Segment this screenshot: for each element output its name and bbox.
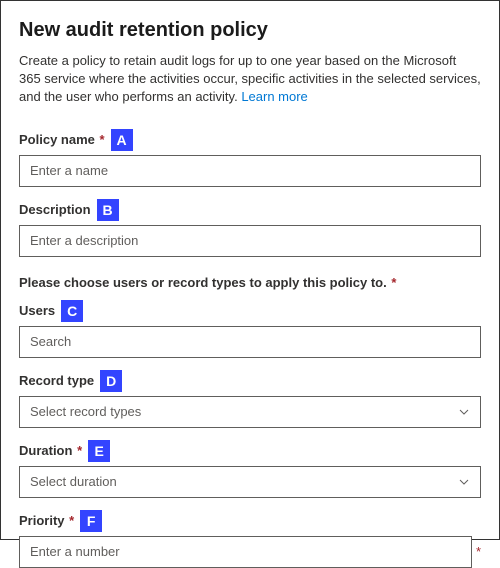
chevron-down-icon bbox=[458, 406, 470, 418]
description-label: Description bbox=[19, 202, 91, 217]
learn-more-link[interactable]: Learn more bbox=[241, 89, 307, 104]
policy-name-label: Policy name * bbox=[19, 132, 105, 147]
marker-a: A bbox=[111, 129, 133, 151]
users-input[interactable] bbox=[19, 326, 481, 358]
page-title: New audit retention policy bbox=[19, 19, 481, 42]
duration-field: Duration * E Select duration bbox=[19, 440, 481, 498]
description-input[interactable] bbox=[19, 225, 481, 257]
record-type-select[interactable]: Select record types bbox=[19, 396, 481, 428]
record-type-field: Record type D Select record types bbox=[19, 370, 481, 428]
marker-c: C bbox=[61, 300, 83, 322]
duration-select[interactable]: Select duration bbox=[19, 466, 481, 498]
priority-label: Priority * bbox=[19, 513, 74, 528]
marker-e: E bbox=[88, 440, 110, 462]
record-type-label: Record type bbox=[19, 373, 94, 388]
description-field: Description B bbox=[19, 199, 481, 257]
marker-d: D bbox=[100, 370, 122, 392]
policy-name-input[interactable] bbox=[19, 155, 481, 187]
chevron-down-icon bbox=[458, 476, 470, 488]
users-field: Users C bbox=[19, 300, 481, 358]
marker-b: B bbox=[97, 199, 119, 221]
users-label: Users bbox=[19, 303, 55, 318]
priority-required-indicator: * bbox=[476, 544, 481, 559]
priority-field: Priority * F * bbox=[19, 510, 481, 568]
marker-f: F bbox=[80, 510, 102, 532]
duration-placeholder: Select duration bbox=[30, 474, 117, 489]
policy-name-field: Policy name * A bbox=[19, 129, 481, 187]
duration-label: Duration * bbox=[19, 443, 82, 458]
record-type-placeholder: Select record types bbox=[30, 404, 141, 419]
priority-input[interactable] bbox=[19, 536, 472, 568]
section-instruction: Please choose users or record types to a… bbox=[19, 275, 481, 290]
intro-text: Create a policy to retain audit logs for… bbox=[19, 52, 481, 107]
